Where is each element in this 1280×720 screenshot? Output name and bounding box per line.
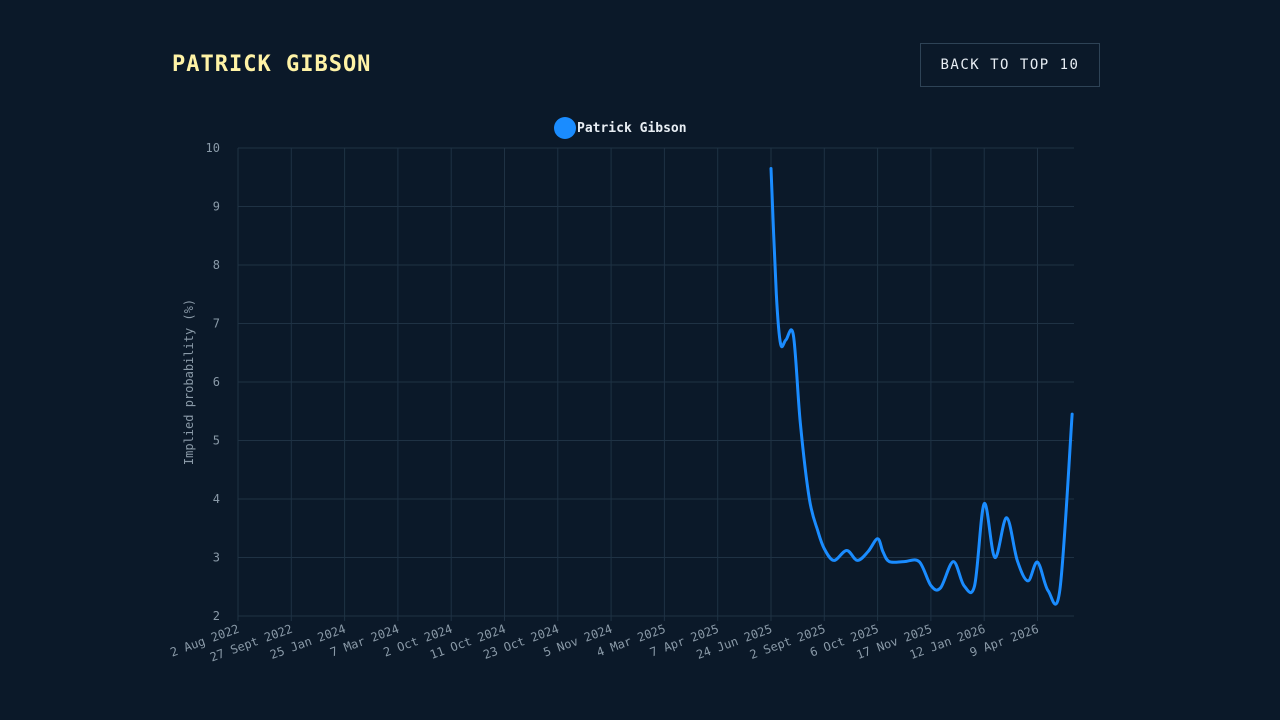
y-tick-label: 2 [213, 609, 220, 623]
legend-label: Patrick Gibson [577, 121, 687, 136]
series-line-patrick-gibson[interactable] [769, 166, 1074, 606]
y-tick-label: 5 [213, 434, 220, 448]
y-tick-label: 6 [213, 375, 220, 389]
legend-marker [554, 117, 576, 139]
y-tick-label: 9 [213, 200, 220, 214]
line-chart: 2 3 4 5 6 7 8 9 10 2 Aug 202227 Sept 202225 Jan … [168, 117, 1074, 665]
y-axis-label: Implied probability (%) [182, 299, 196, 465]
chart-grid [237, 147, 1074, 621]
y-tick-label: 8 [213, 258, 220, 272]
y-tick-label: 10 [206, 141, 220, 155]
chart-legend[interactable]: Patrick Gibson [554, 117, 687, 139]
y-axis-ticks: 2 3 4 5 6 7 8 9 10 [206, 141, 220, 623]
y-tick-label: 7 [213, 317, 220, 331]
y-tick-label: 3 [213, 551, 220, 565]
x-axis-ticks: 2 Aug 202227 Sept 202225 Jan 20247 Mar 2… [168, 622, 1040, 665]
y-tick-label: 4 [213, 492, 220, 506]
